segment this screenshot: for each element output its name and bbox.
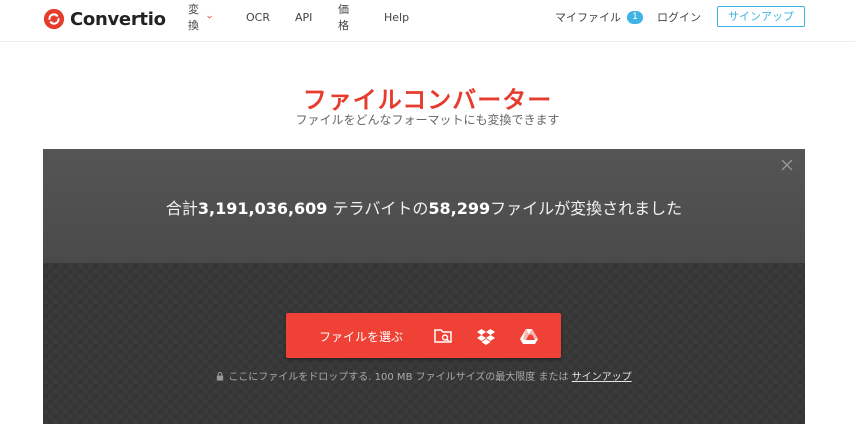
my-files-label: マイファイル (555, 11, 621, 24)
login-link[interactable]: ログイン (657, 9, 701, 25)
drop-hint-text: ここにファイルをドロップする. 100 MB ファイルサイズの最大限度 または (228, 372, 569, 383)
page-title: ファイルコンバーター (302, 86, 553, 114)
dropbox-icon[interactable] (476, 326, 496, 346)
my-files-count-badge: 1 (627, 10, 643, 24)
stats-prefix: 合計 (165, 199, 198, 218)
my-files-link[interactable]: マイファイル 1 (555, 9, 643, 25)
stats-files: 58,299 (428, 199, 491, 218)
nav-item-ocr[interactable]: OCR (246, 11, 270, 24)
close-icon[interactable] (781, 159, 793, 171)
logo-text: Convertio (70, 8, 166, 30)
page-subtitle: ファイルをどんなフォーマットにも変換できます (295, 113, 560, 127)
nav-item-label: 価格 (338, 3, 349, 32)
choose-files-button[interactable]: ファイルを選ぶ (319, 328, 403, 345)
drop-hint: ここにファイルをドロップする. 100 MB ファイルサイズの最大限度 または … (43, 368, 805, 383)
signup-button[interactable]: サインアップ (717, 6, 805, 27)
upload-panel: 合計3,191,036,609 テラバイトの58,299ファイルが変換されました… (43, 149, 805, 424)
logo[interactable]: Convertio (43, 8, 166, 30)
choose-files-bar: ファイルを選ぶ (286, 313, 561, 358)
conversion-stats-text: 合計3,191,036,609 テラバイトの58,299ファイルが変換されました (43, 195, 805, 219)
site-header: Convertio 変換 OCR API 価格 Help マイファイル 1 ログ… (0, 0, 855, 42)
lock-icon (217, 372, 224, 381)
chevron-down-icon (207, 15, 212, 19)
stats-middle: テラバイトの (327, 199, 429, 218)
nav-item-label: 変換 (188, 3, 199, 32)
nav-item-pricing[interactable]: 価格 (338, 1, 349, 33)
folder-search-icon[interactable] (433, 326, 453, 346)
nav-item-api[interactable]: API (295, 11, 312, 24)
nav-item-label: Help (384, 10, 410, 24)
nav-item-label: OCR (246, 10, 270, 24)
nav-item-convert[interactable]: 変換 (188, 1, 212, 33)
drop-signup-link[interactable]: サインアップ (572, 372, 632, 383)
account-nav: マイファイル 1 ログイン サインアップ (555, 0, 805, 34)
nav-item-help[interactable]: Help (384, 11, 409, 24)
google-drive-icon[interactable] (519, 326, 539, 346)
nav-item-label: API (295, 10, 313, 24)
stats-suffix: ファイルが変換されました (490, 199, 683, 218)
stats-terabytes: 3,191,036,609 (197, 199, 328, 218)
convertio-logo-icon (43, 8, 65, 30)
stats-notice: 合計3,191,036,609 テラバイトの58,299ファイルが変換されました (43, 149, 805, 263)
